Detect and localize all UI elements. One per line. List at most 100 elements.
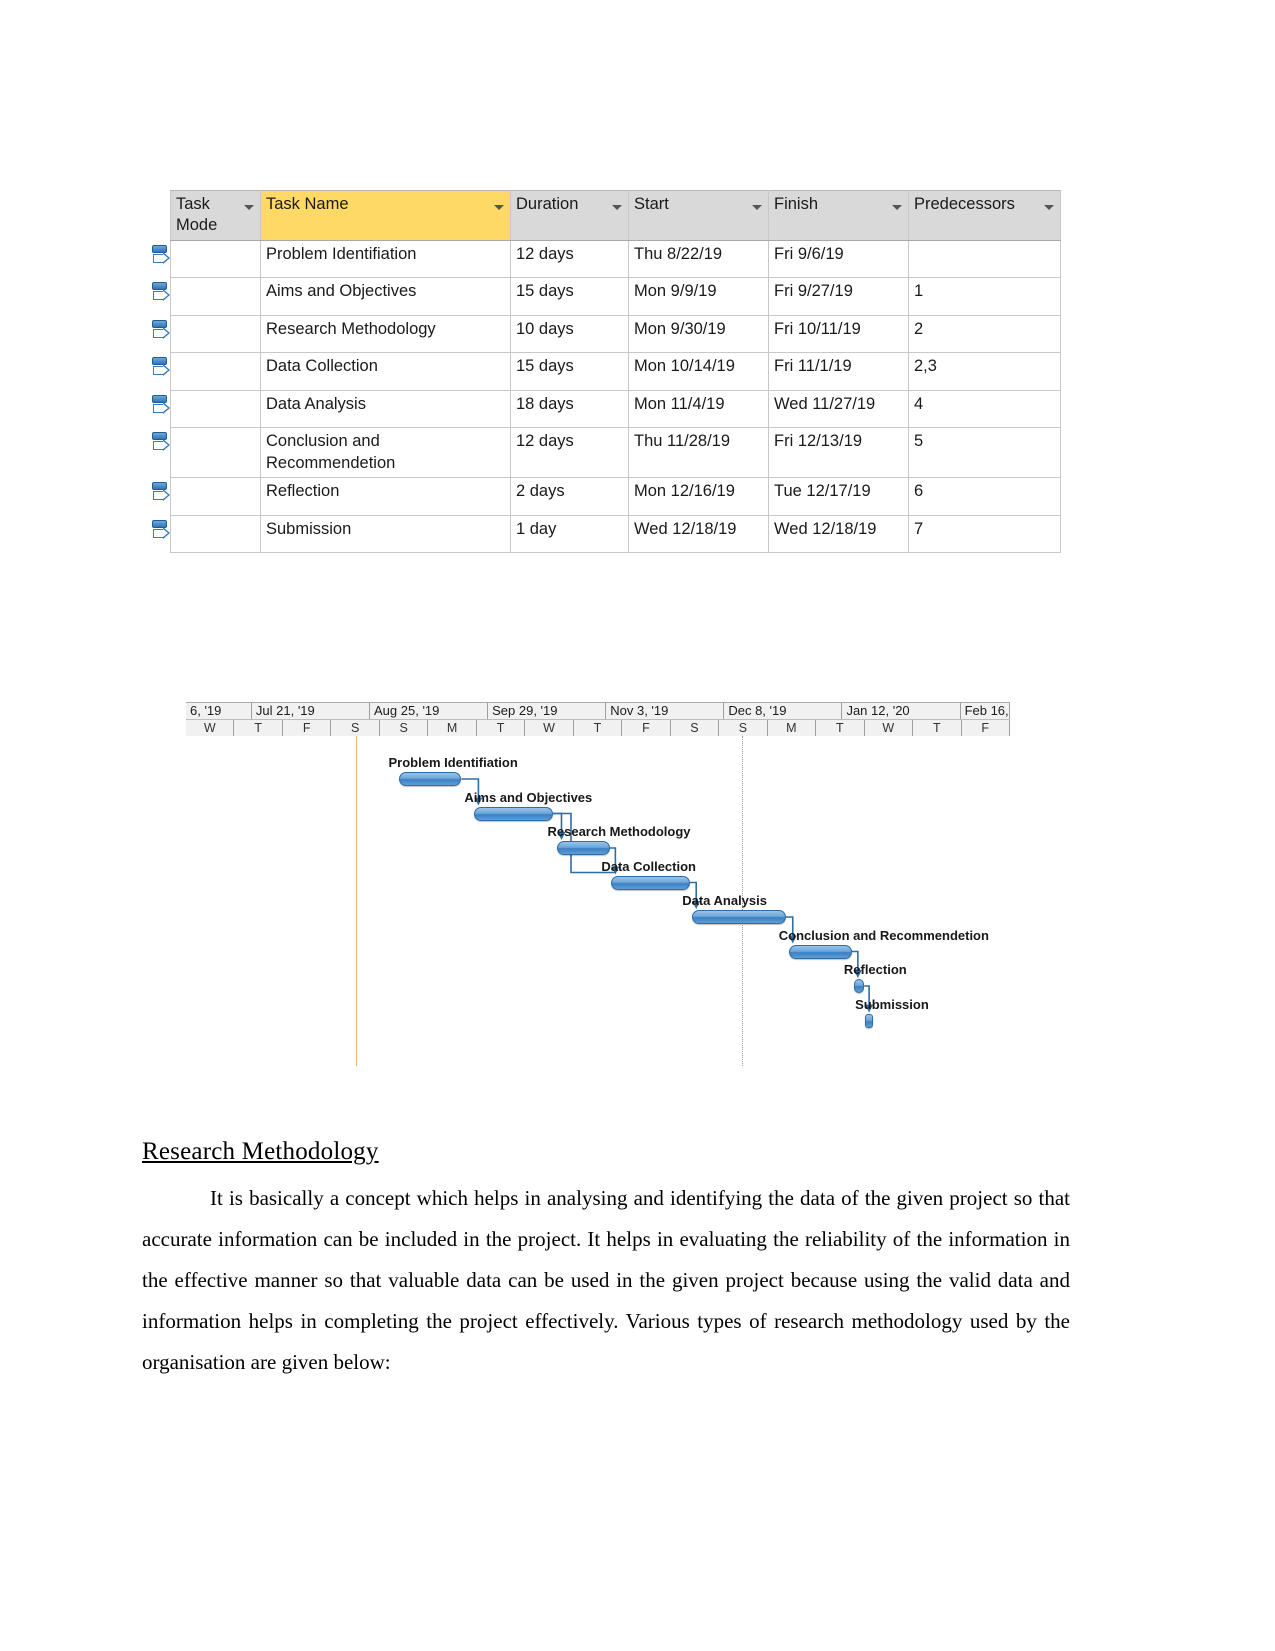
column-header-finish[interactable]: Finish (768, 190, 909, 241)
cell-predecessors[interactable] (908, 239, 1061, 279)
cell-task-name[interactable]: Conclusion and Recommendetion (260, 427, 511, 479)
cell-predecessors[interactable]: 5 (908, 427, 1061, 479)
filter-dropdown-icon-duration[interactable] (612, 205, 622, 210)
column-header-predecessors[interactable]: Predecessors (908, 190, 1061, 241)
table-row[interactable]: Submission 1 day Wed 12/18/19 Wed 12/18/19 7 (152, 514, 1061, 553)
cell-duration[interactable]: 2 days (510, 477, 629, 516)
gantt-task-bar[interactable] (557, 841, 610, 855)
gantt-task-bar[interactable] (788, 944, 852, 959)
cell-finish[interactable]: Fri 10/11/19 (768, 314, 909, 354)
table-row[interactable]: Problem Identifiation 12 days Thu 8/22/19 F… (152, 239, 1061, 279)
gantt-task-bar[interactable] (398, 772, 462, 786)
project-task-table-container: Task Mode Task Name Duration Start Finis… (152, 190, 1061, 553)
cell-task-name[interactable]: Problem Identifiation (260, 239, 511, 279)
cell-predecessors[interactable]: 4 (908, 389, 1061, 429)
cell-finish[interactable]: Fri 9/27/19 (768, 277, 909, 316)
timescale-major-label: Dec 8, '19 (724, 703, 843, 719)
cell-task-mode[interactable] (152, 352, 261, 391)
gantt-task-bar[interactable] (611, 875, 690, 890)
gantt-task-bar[interactable] (865, 1013, 874, 1028)
filter-dropdown-icon-task-mode[interactable] (244, 205, 254, 210)
table-row[interactable]: Reflection 2 days Mon 12/16/19 Tue 12/17/19… (152, 477, 1061, 516)
column-header-start-label: Start (634, 195, 669, 213)
cell-task-mode[interactable] (152, 314, 261, 354)
gantt-dependency-links (461, 778, 874, 1013)
cell-task-mode[interactable] (152, 477, 261, 516)
auto-schedule-icon (150, 356, 172, 380)
timescale-minor-label: S (670, 720, 720, 737)
cell-predecessors[interactable]: 2,3 (908, 352, 1061, 391)
auto-schedule-icon (150, 319, 172, 343)
column-header-task-name-label: Task Name (266, 195, 349, 213)
cell-start[interactable]: Wed 12/18/19 (628, 514, 769, 553)
cell-finish[interactable]: Fri 9/6/19 (768, 239, 909, 279)
cell-finish[interactable]: Wed 11/27/19 (768, 389, 909, 429)
timescale-major-label: Sep 29, '19 (488, 703, 607, 719)
cell-start[interactable]: Thu 11/28/19 (628, 427, 769, 479)
timescale-minor-label: F (282, 720, 332, 737)
timescale-major-label: Aug 25, '19 (370, 703, 489, 719)
cell-task-mode[interactable] (152, 427, 261, 479)
timescale-major-label: Nov 3, '19 (606, 703, 725, 719)
cell-finish[interactable]: Fri 12/13/19 (768, 427, 909, 479)
auto-schedule-icon (150, 519, 172, 543)
table-row[interactable]: Research Methodology 10 days Mon 9/30/19 Fr… (152, 314, 1061, 354)
filter-dropdown-icon-predecessors[interactable] (1044, 205, 1054, 210)
table-row[interactable]: Conclusion and Recommendetion 12 days Thu … (152, 427, 1061, 479)
cell-duration[interactable]: 15 days (510, 277, 629, 316)
gantt-task-bar[interactable] (853, 979, 865, 993)
cell-start[interactable]: Mon 11/4/19 (628, 389, 769, 429)
table-header-row: Task Mode Task Name Duration Start Finis… (170, 190, 1061, 241)
cell-finish[interactable]: Wed 12/18/19 (768, 514, 909, 553)
table-row[interactable]: Data Analysis 18 days Mon 11/4/19 Wed 11/27… (152, 389, 1061, 429)
cell-task-mode[interactable] (152, 389, 261, 429)
project-task-table: Task Mode Task Name Duration Start Finis… (152, 190, 1061, 553)
gantt-bar-label: Problem Identifiation (388, 755, 518, 770)
gantt-task-bar[interactable] (692, 910, 787, 924)
cell-finish[interactable]: Tue 12/17/19 (768, 477, 909, 516)
column-header-duration[interactable]: Duration (510, 190, 629, 241)
filter-dropdown-icon-task-name[interactable] (494, 205, 504, 210)
cell-start[interactable]: Mon 10/14/19 (628, 352, 769, 391)
cell-duration[interactable]: 12 days (510, 239, 629, 279)
cell-task-name[interactable]: Submission (260, 514, 511, 553)
filter-dropdown-icon-start[interactable] (752, 205, 762, 210)
cell-duration[interactable]: 12 days (510, 427, 629, 479)
cell-start[interactable]: Mon 9/30/19 (628, 314, 769, 354)
cell-predecessors[interactable]: 6 (908, 477, 1061, 516)
auto-schedule-icon (150, 281, 172, 305)
table-row[interactable]: Data Collection 15 days Mon 10/14/19 Fri 11… (152, 352, 1061, 391)
cell-task-name[interactable]: Aims and Objectives (260, 277, 511, 316)
cell-duration[interactable]: 15 days (510, 352, 629, 391)
cell-start[interactable]: Thu 8/22/19 (628, 239, 769, 279)
column-header-task-mode[interactable]: Task Mode (170, 190, 261, 241)
cell-task-name[interactable]: Data Collection (260, 352, 511, 391)
column-header-task-name[interactable]: Task Name (260, 190, 511, 241)
gantt-bar-label: Data Analysis (682, 893, 767, 908)
cell-finish[interactable]: Fri 11/1/19 (768, 352, 909, 391)
cell-task-mode[interactable] (152, 514, 261, 553)
cell-duration[interactable]: 10 days (510, 314, 629, 354)
cell-predecessors[interactable]: 2 (908, 314, 1061, 354)
cell-task-mode[interactable] (152, 277, 261, 316)
cell-start[interactable]: Mon 12/16/19 (628, 477, 769, 516)
cell-predecessors[interactable]: 7 (908, 514, 1061, 553)
gantt-timescale-major-row: 6, '19 Jul 21, '19 Aug 25, '19 Sep 29, '19 N… (186, 703, 1010, 720)
cell-predecessors[interactable]: 1 (908, 277, 1061, 316)
timescale-minor-label: S (719, 720, 768, 737)
gantt-bar-label: Aims and Objectives (464, 789, 593, 805)
gantt-task-bar[interactable] (474, 806, 553, 821)
filter-dropdown-icon-finish[interactable] (892, 205, 902, 210)
cell-duration[interactable]: 1 day (510, 514, 629, 553)
cell-task-name[interactable]: Data Analysis (260, 389, 511, 429)
cell-duration[interactable]: 18 days (510, 389, 629, 429)
gantt-project-start-line (355, 736, 357, 1066)
column-header-start[interactable]: Start (628, 190, 769, 241)
cell-task-name[interactable]: Reflection (260, 477, 511, 516)
section-heading: Research Methodology (142, 1138, 379, 1165)
research-methodology-section: Research Methodology It is basically a c… (142, 1138, 1070, 1383)
table-row[interactable]: Aims and Objectives 15 days Mon 9/9/19 Fri … (152, 277, 1061, 316)
cell-task-mode[interactable] (152, 239, 261, 279)
cell-task-name[interactable]: Research Methodology (260, 314, 511, 354)
cell-start[interactable]: Mon 9/9/19 (628, 277, 769, 316)
